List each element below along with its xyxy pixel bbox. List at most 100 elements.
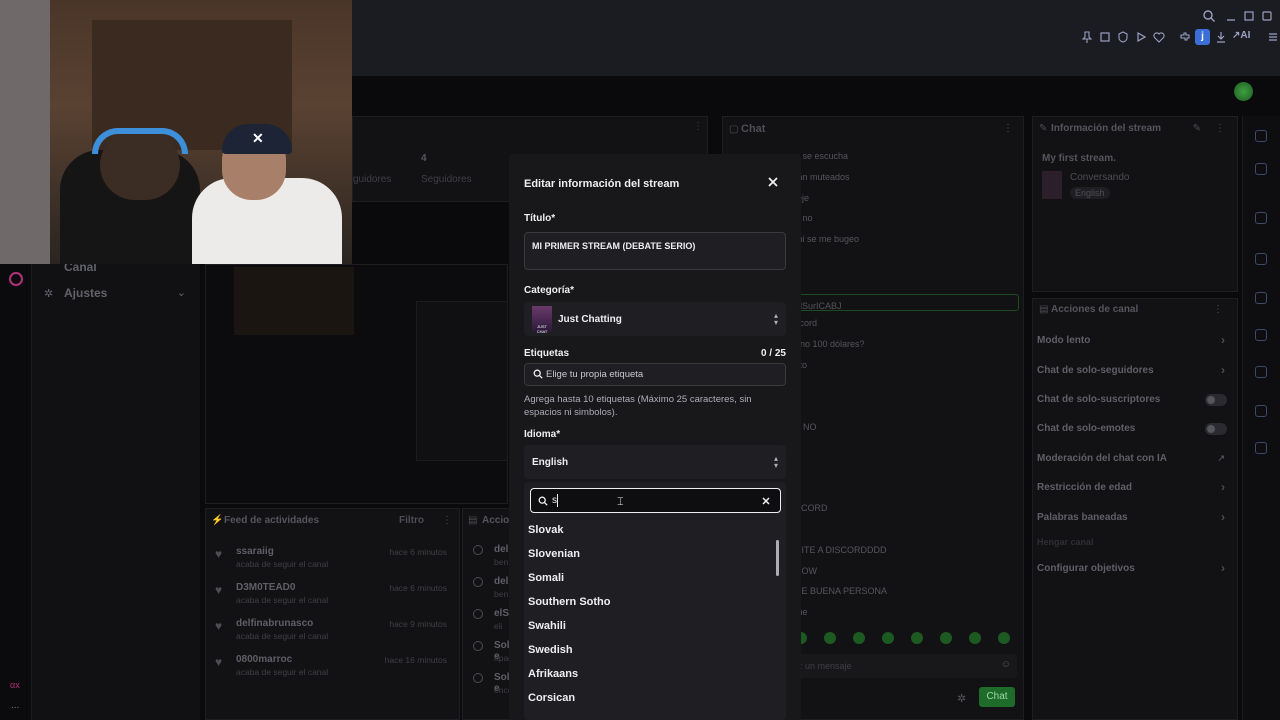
titulo-input[interactable]: MI PRIMER STREAM (DEBATE SERIO) (524, 232, 786, 270)
restore-icon[interactable] (1242, 9, 1256, 23)
activity-user[interactable]: ssaraiig (236, 546, 274, 557)
channel-actions-title: Acciones de canal (1051, 304, 1139, 315)
chat-input[interactable]: a: un mensaje ☺ (791, 654, 1017, 678)
emote-icon[interactable] (969, 632, 981, 644)
menu-icon[interactable] (1266, 30, 1280, 44)
action-sub: ben (494, 589, 509, 599)
actions-panel-title: Accio (482, 515, 510, 526)
tool-icon[interactable] (1255, 329, 1267, 341)
tool-icon[interactable] (1255, 292, 1267, 304)
emote-icon[interactable] (911, 632, 923, 644)
language-option-label: Corsican (528, 692, 576, 704)
stream-info-more-icon[interactable]: ⋮ (1215, 123, 1225, 134)
chat-message: NO (803, 422, 817, 432)
download-icon[interactable] (1214, 30, 1228, 44)
chevron-right-icon: › (1221, 510, 1225, 524)
emote-icon[interactable] (940, 632, 952, 644)
activity-more-icon[interactable]: ⋮ (442, 515, 452, 526)
tool-icon[interactable] (1255, 405, 1267, 417)
tool-icon[interactable] (1255, 366, 1267, 378)
categoria-select[interactable]: JUST CHAT Just Chatting ▴ ▾ (524, 302, 786, 336)
extensions-icon[interactable] (1178, 30, 1192, 44)
toggle-switch[interactable] (1205, 423, 1227, 435)
categoria-value: Just Chatting (558, 314, 622, 325)
tool-icon[interactable] (1255, 253, 1267, 265)
heart-icon[interactable] (1152, 30, 1166, 44)
chat-more-icon[interactable]: ⋮ (1003, 123, 1013, 134)
dropdown-scrollbar[interactable] (776, 540, 779, 576)
clear-search-icon[interactable] (761, 496, 771, 506)
chat-message: mi se me bugeo (795, 234, 860, 244)
activity-user[interactable]: D3M0TEAD0 (236, 582, 295, 593)
tool-icon[interactable] (1255, 212, 1267, 224)
ai-label: AI (1240, 30, 1251, 41)
headphones (92, 128, 188, 154)
language-search-input[interactable]: s ⌶ (530, 488, 781, 513)
stats-more-icon[interactable]: ⋮ (693, 121, 703, 132)
etiquetas-count: 0 / 25 (760, 348, 786, 359)
chat-message: ono 100 dólares? (795, 339, 865, 349)
chevron-right-icon: › (1221, 480, 1225, 494)
etiquetas-help-text: Agrega hasta 10 etiquetas (Máximo 25 car… (524, 394, 752, 418)
language-option[interactable]: Slovenian (524, 543, 774, 567)
channel-action-row[interactable]: Restricción de edad › (1033, 480, 1237, 512)
action-icon (473, 641, 483, 651)
activity-filter-button[interactable]: Filtro (399, 515, 424, 526)
preview-video (234, 267, 354, 335)
chat-send-button[interactable]: Chat (979, 687, 1015, 707)
channel-action-row[interactable]: Configurar objetivos › (1033, 561, 1237, 593)
just-chatting-art: JUST CHAT (532, 306, 552, 334)
channel-action-label: Moderación del chat con IA (1037, 453, 1168, 464)
action-sub: ben (494, 557, 509, 567)
activity-feed-title: Feed de actividades (224, 515, 320, 526)
emote-icon[interactable] (853, 632, 865, 644)
emote-icon[interactable]: ☺ (1001, 659, 1011, 670)
search-icon[interactable] (1202, 9, 1216, 23)
channel-action-row[interactable]: Chat de solo-seguidores › (1033, 363, 1237, 395)
language-option[interactable]: Swahili (524, 615, 774, 639)
close-icon[interactable] (766, 175, 780, 189)
channel-action-row[interactable]: Modo lento › (1033, 333, 1237, 365)
pin-icon[interactable] (1080, 30, 1094, 44)
followers-partial-label: guidores (353, 174, 392, 185)
gear-icon: ✲ (44, 288, 54, 300)
titulo-value: MI PRIMER STREAM (DEBATE SERIO) (532, 241, 696, 251)
language-option[interactable]: Afrikaans (524, 663, 774, 687)
chat-settings-icon[interactable]: ✲ (957, 692, 966, 705)
user-avatar[interactable] (1234, 82, 1253, 101)
minimize-icon[interactable] (1224, 9, 1238, 23)
emote-icon[interactable] (998, 632, 1010, 644)
toggle-switch[interactable] (1205, 394, 1227, 406)
channel-action-label: Restricción de edad (1037, 482, 1133, 493)
language-option[interactable]: Slovak (524, 519, 774, 543)
language-option[interactable]: Southern Sotho (524, 591, 774, 615)
rail-more-icon[interactable]: ... (11, 700, 19, 711)
idioma-select[interactable]: English ▴ ▾ (524, 445, 786, 479)
ai-button[interactable]: ↗AI (1232, 30, 1250, 41)
external-link-icon: ↗ (1217, 453, 1225, 463)
nav-ajustes-item[interactable]: ✲ Ajustes ⌄ (44, 286, 190, 302)
channel-actions-more-icon[interactable]: ⋮ (1213, 304, 1223, 315)
close-window-icon[interactable] (1260, 9, 1274, 23)
shield-icon[interactable] (1116, 30, 1130, 44)
profile-button[interactable]: j (1195, 29, 1210, 45)
play-icon[interactable] (1134, 30, 1148, 44)
language-option[interactable]: Corsican (524, 687, 774, 711)
emote-icon[interactable] (824, 632, 836, 644)
channel-action-row[interactable]: Chat de solo-emotes (1033, 423, 1237, 453)
emote-bar (795, 632, 1021, 646)
language-option[interactable]: Somali (524, 567, 774, 591)
channel-action-row[interactable]: Moderación del chat con IA ↗ (1033, 453, 1237, 483)
tool-icon[interactable] (1255, 442, 1267, 454)
settings-rail-icon[interactable] (9, 272, 23, 286)
etiquetas-input[interactable]: Elige tu propia etiqueta (524, 363, 786, 386)
emote-icon[interactable] (882, 632, 894, 644)
activity-user[interactable]: 0800marroc (236, 654, 292, 665)
crop-icon[interactable] (1098, 30, 1112, 44)
activity-user[interactable]: delfinabrunasco (236, 618, 313, 629)
tool-icon[interactable] (1255, 130, 1267, 142)
channel-action-row[interactable]: Chat de solo-suscriptores (1033, 394, 1237, 424)
edit-stream-icon[interactable]: ✎ (1193, 123, 1201, 134)
language-option[interactable]: Swedish (524, 639, 774, 663)
tool-icon[interactable] (1255, 163, 1267, 175)
